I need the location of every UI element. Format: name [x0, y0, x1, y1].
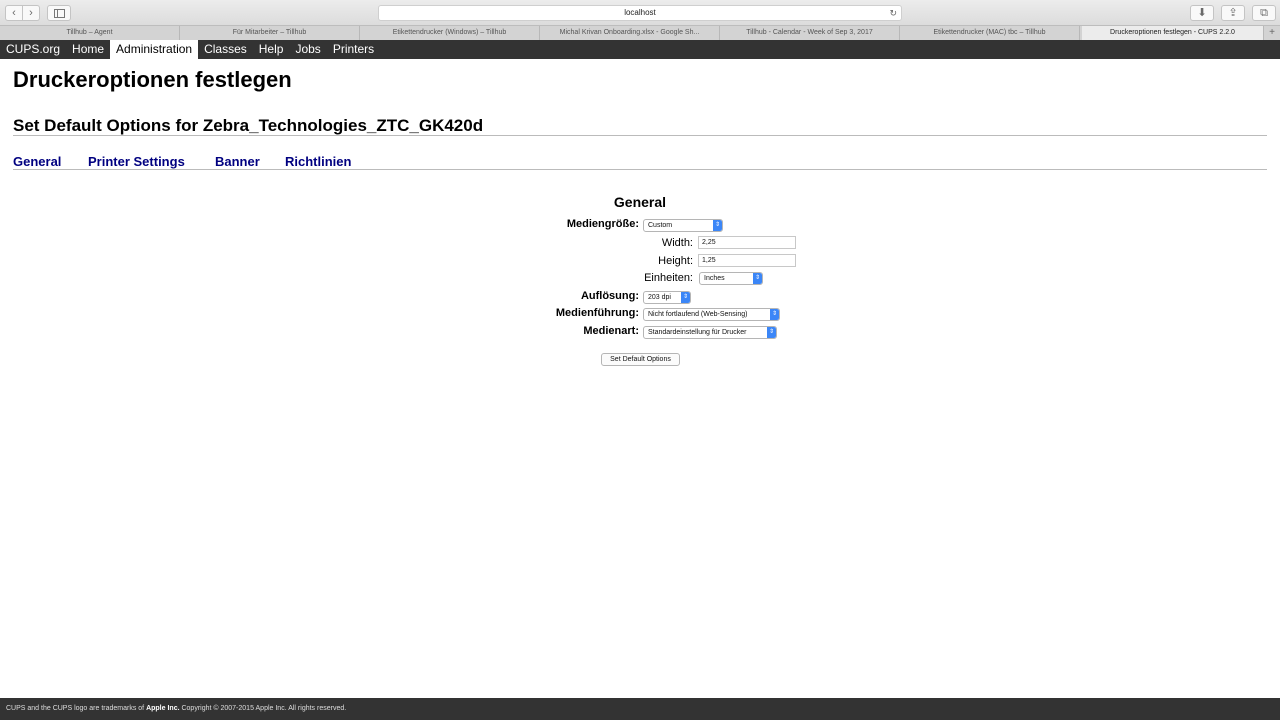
height-input[interactable]: 1,25 — [698, 254, 796, 267]
media-type-label: Medienart: — [583, 325, 639, 337]
browser-tab[interactable]: Etikettendrucker (Windows) – Tillhub — [360, 26, 540, 40]
nav-printers[interactable]: Printers — [327, 40, 380, 59]
media-size-value: Custom — [648, 222, 673, 229]
nav-home[interactable]: Home — [66, 40, 110, 59]
browser-tab[interactable]: Tillhub - Calendar - Week of Sep 3, 2017 — [720, 26, 900, 40]
height-value: 1,25 — [702, 257, 716, 264]
set-default-options-button[interactable]: Set Default Options — [601, 353, 680, 366]
address-bar[interactable]: localhost ↻ — [378, 5, 902, 21]
nav-jobs[interactable]: Jobs — [289, 40, 326, 59]
history-nav: ‹ › — [5, 5, 40, 21]
select-arrows-icon: ⇕ — [767, 327, 776, 338]
downloads-button[interactable]: ⬇ — [1190, 5, 1214, 21]
units-label: Einheiten: — [644, 272, 693, 284]
media-type-select[interactable]: Standardeinstellung für Drucker ⇕ — [643, 326, 777, 339]
resolution-value: 203 dpi — [648, 294, 671, 301]
select-arrows-icon: ⇕ — [681, 292, 690, 303]
nav-administration[interactable]: Administration — [110, 40, 199, 59]
download-icon: ⬇ — [1197, 7, 1207, 19]
browser-tab[interactable]: Für Mitarbeiter – Tillhub — [180, 26, 360, 40]
section-link-richtlinien[interactable]: Richtlinien — [285, 153, 351, 170]
sidebar-button[interactable] — [47, 5, 71, 21]
browser-tab-active[interactable]: Druckeroptionen festlegen - CUPS 2.2.0 — [1082, 26, 1264, 40]
section-link-printer-settings[interactable]: Printer Settings — [88, 153, 185, 170]
share-icon: ⇪ — [1228, 7, 1238, 19]
resolution-select[interactable]: 203 dpi ⇕ — [643, 291, 691, 304]
chevron-left-icon: ‹ — [12, 7, 16, 19]
plus-icon: + — [1269, 27, 1275, 38]
address-text: localhost — [624, 8, 656, 17]
select-arrows-icon: ⇕ — [713, 220, 722, 231]
footer: CUPS and the CUPS logo are trademarks of… — [0, 698, 1280, 720]
footer-company: Apple Inc. — [146, 705, 180, 712]
section-link-general[interactable]: General — [13, 153, 61, 170]
browser-tab[interactable]: Tillhub – Agent — [0, 26, 180, 40]
select-arrows-icon: ⇕ — [770, 309, 779, 320]
share-button[interactable]: ⇪ — [1221, 5, 1245, 21]
chevron-right-icon: › — [29, 7, 33, 19]
nav-cups-org[interactable]: CUPS.org — [0, 40, 66, 59]
browser-toolbar: ‹ › localhost ↻ ⬇ ⇪ ⧉ — [0, 0, 1280, 25]
form-section-heading: General — [613, 194, 667, 210]
back-button[interactable]: ‹ — [5, 5, 23, 21]
cups-nav-bar: CUPS.org Home Administration Classes Hel… — [0, 40, 1280, 59]
footer-text-prefix: CUPS and the CUPS logo are trademarks of — [6, 705, 147, 712]
tabs-icon: ⧉ — [1260, 7, 1268, 19]
nav-help[interactable]: Help — [253, 40, 290, 59]
page-subtitle: Set Default Options for Zebra_Technologi… — [13, 116, 484, 135]
units-value: Inches — [704, 275, 725, 282]
browser-tab[interactable]: Michal Krivan Onboarding.xlsx - Google S… — [540, 26, 720, 40]
media-tracking-select[interactable]: Nicht fortlaufend (Web-Sensing) ⇕ — [643, 308, 780, 321]
resolution-label: Auflösung: — [580, 290, 639, 302]
nav-classes[interactable]: Classes — [198, 40, 253, 59]
media-size-select[interactable]: Custom ⇕ — [643, 219, 723, 232]
width-value: 2,25 — [702, 239, 716, 246]
divider — [13, 169, 1267, 170]
media-tracking-value: Nicht fortlaufend (Web-Sensing) — [648, 311, 748, 318]
media-tracking-label: Medienführung: — [555, 307, 639, 319]
divider — [13, 135, 1267, 136]
tab-bar: Tillhub – Agent Für Mitarbeiter – Tillhu… — [0, 25, 1280, 40]
page-title: Druckeroptionen festlegen — [13, 67, 292, 92]
units-select[interactable]: Inches ⇕ — [699, 272, 763, 285]
sidebar-icon — [53, 8, 65, 18]
section-link-banner[interactable]: Banner — [215, 153, 260, 170]
media-size-label: Mediengröße: — [566, 218, 639, 230]
width-label: Width: — [661, 237, 693, 249]
browser-tab[interactable]: Etikettendrucker (MAC) tbc – Tillhub — [900, 26, 1080, 40]
new-tab-button[interactable]: + — [1264, 26, 1280, 40]
footer-text-suffix: Copyright © 2007-2015 Apple Inc. All rig… — [179, 705, 347, 712]
tabs-overview-button[interactable]: ⧉ — [1252, 5, 1276, 21]
width-input[interactable]: 2,25 — [698, 236, 796, 249]
forward-button[interactable]: › — [23, 5, 40, 21]
select-arrows-icon: ⇕ — [753, 273, 762, 284]
height-label: Height: — [658, 255, 693, 267]
media-type-value: Standardeinstellung für Drucker — [648, 329, 747, 336]
reload-icon[interactable]: ↻ — [889, 6, 897, 20]
